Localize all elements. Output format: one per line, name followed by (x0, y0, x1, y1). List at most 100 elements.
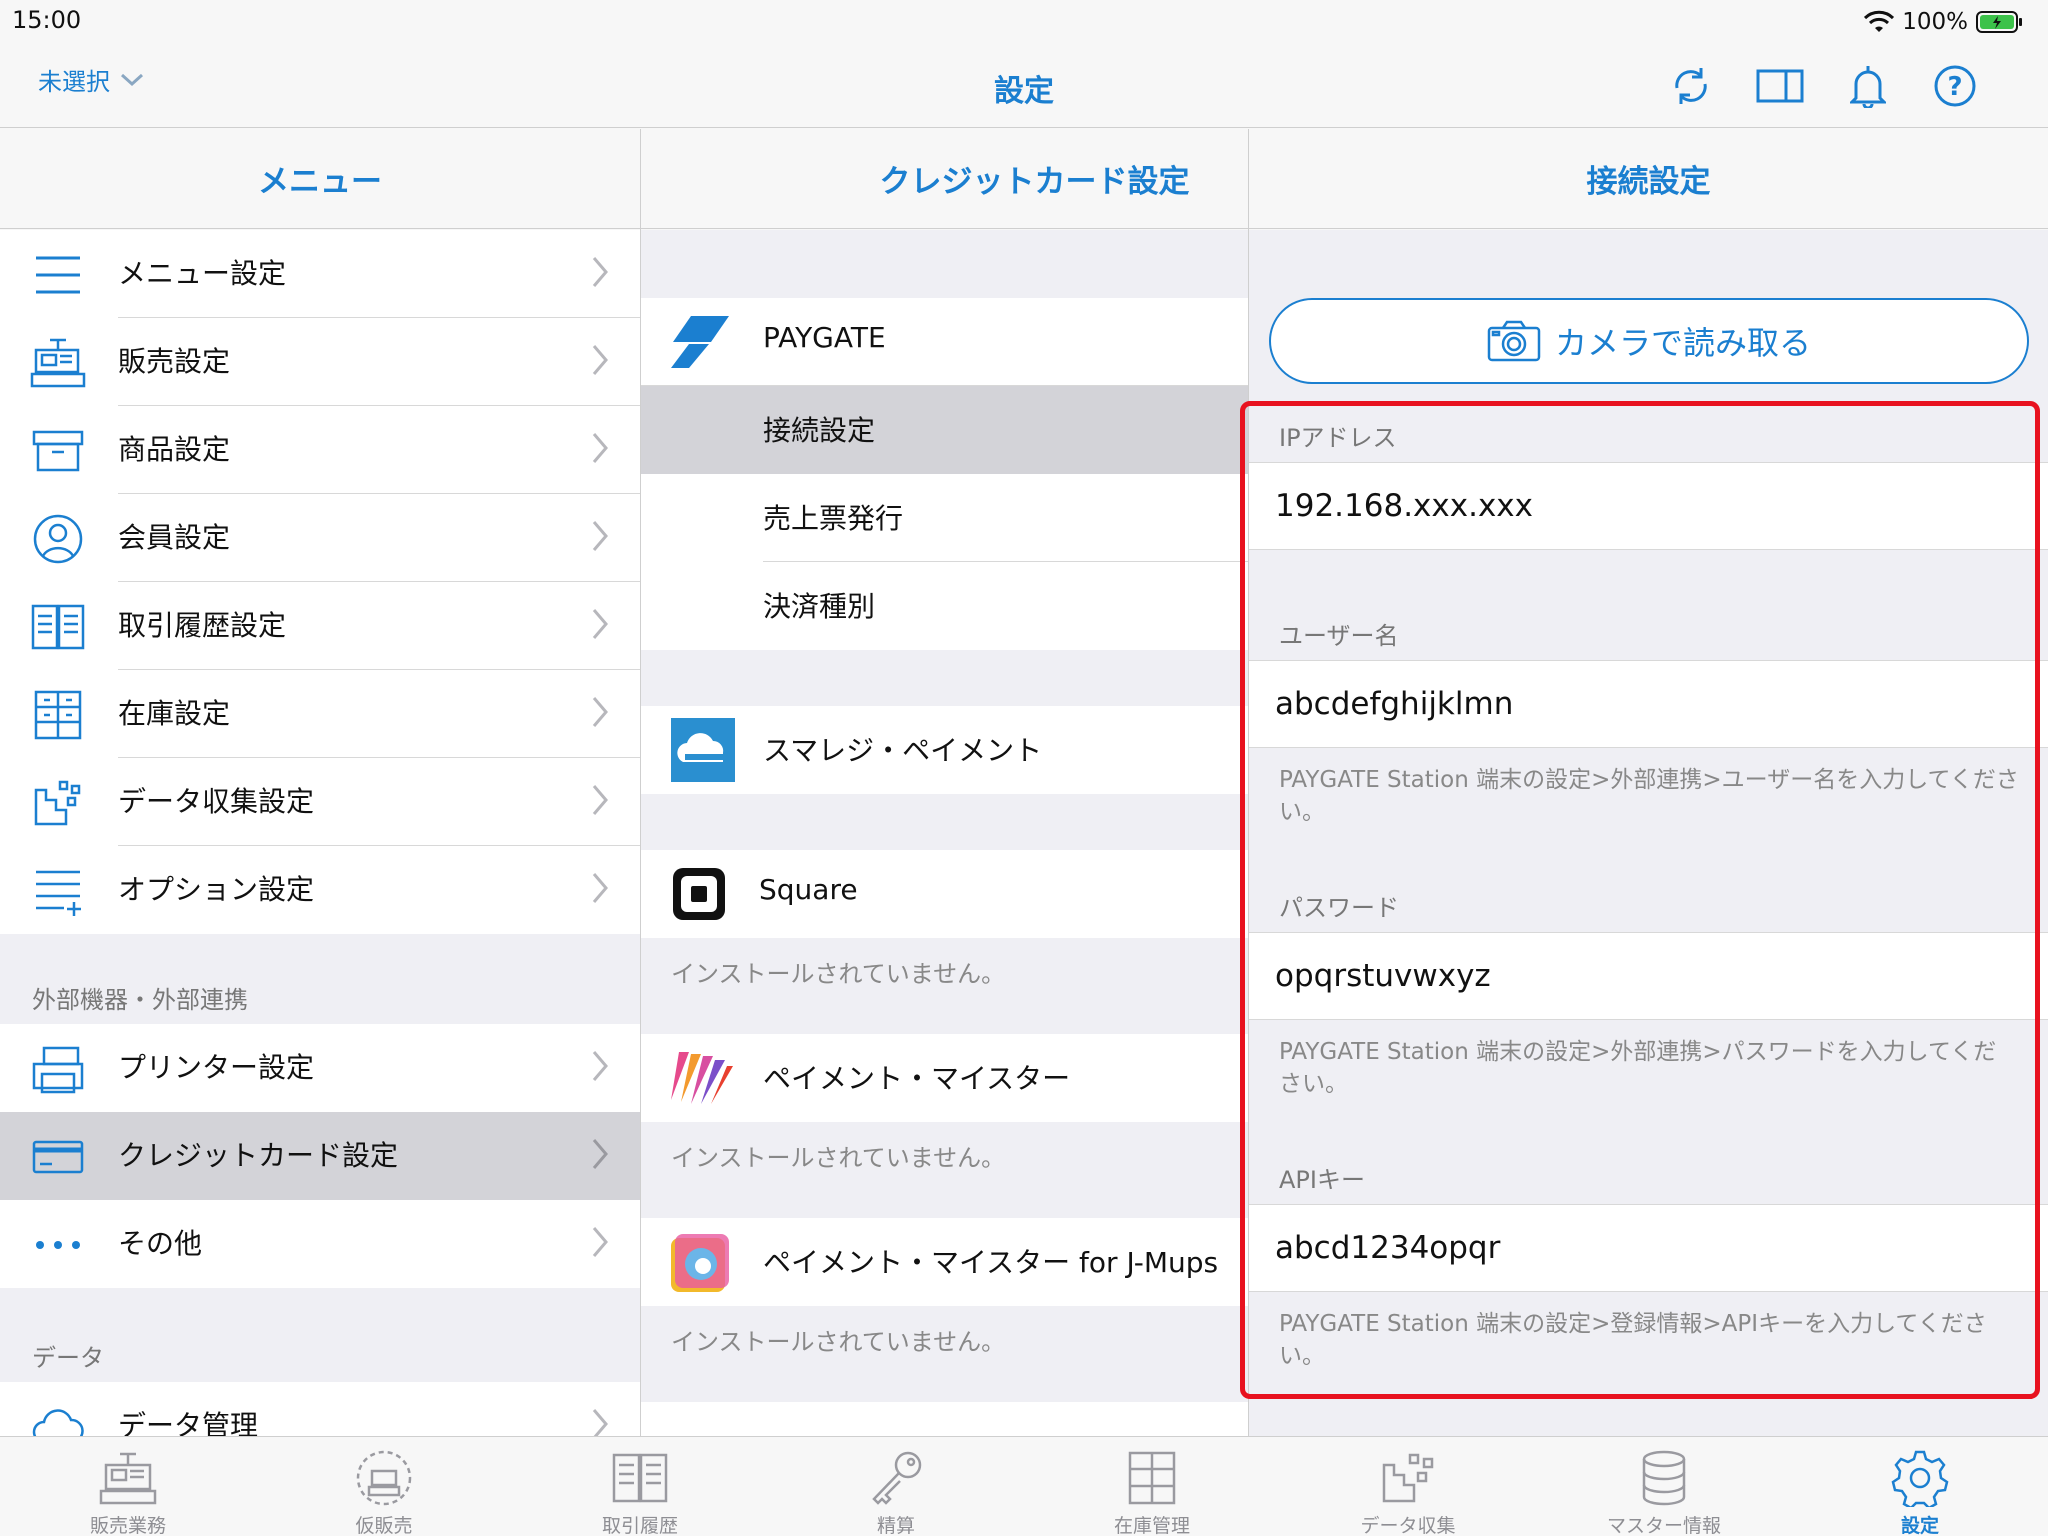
connection-column-header: 接続設定 (1249, 129, 2048, 229)
menu-item-sales-settings[interactable]: 販売設定 (0, 318, 640, 406)
paygate-sub-connection[interactable]: 接続設定 (641, 386, 1248, 474)
provider-label: ペイメント・マイスター (763, 1062, 1071, 1095)
tab-settlement[interactable]: 精算 (768, 1437, 1024, 1536)
menu-item-menu-settings[interactable]: メニュー設定 (0, 230, 640, 318)
tab-sales[interactable]: 販売業務 (0, 1437, 256, 1536)
status-time: 15:00 (12, 6, 82, 34)
menu-item-member-settings[interactable]: 会員設定 (0, 494, 640, 582)
tab-transaction-history[interactable]: 取引履歴 (512, 1437, 768, 1536)
menu-item-credit-card-settings[interactable]: クレジットカード設定 (0, 1112, 640, 1200)
split-view-icon (1756, 69, 1804, 103)
provider-partial-row[interactable] (641, 1402, 1248, 1436)
menu-item-other[interactable]: その他 (0, 1200, 640, 1288)
tab-label: 在庫管理 (1113, 1515, 1190, 1536)
chevron-right-icon (592, 609, 608, 639)
chevron-right-icon (592, 785, 608, 815)
register-icon (30, 338, 86, 388)
tab-master-info[interactable]: マスター情報 (1536, 1437, 1792, 1536)
tab-label: 販売業務 (89, 1515, 166, 1536)
help-button[interactable]: ? (1927, 58, 1983, 114)
password-help-note: PAYGATE Station 端末の設定>外部連携>パスワードを入力してくださ… (1279, 1039, 1997, 1097)
menu-item-label: 商品設定 (118, 433, 231, 466)
register-icon (99, 1452, 157, 1505)
credit-column-header: クレジットカード設定 (641, 129, 1248, 229)
tab-label: 精算 (876, 1515, 915, 1536)
username-help-note: PAYGATE Station 端末の設定>外部連携>ユーザー名を入力してくださ… (1279, 767, 2019, 825)
provider-payment-meister[interactable]: ペイメント・マイスター (641, 1034, 1248, 1122)
provider-label: Square (759, 873, 858, 906)
payment-meister-jmups-logo-icon (671, 1234, 729, 1292)
chevron-right-icon (592, 521, 608, 551)
menu-item-label: クレジットカード設定 (118, 1139, 399, 1172)
book-icon (612, 1453, 668, 1503)
box-icon (32, 430, 84, 472)
password-field[interactable] (1275, 953, 2015, 999)
tab-temp-sale[interactable]: 仮販売 (256, 1437, 512, 1536)
sub-item-label: 接続設定 (763, 414, 876, 447)
menu-item-option-settings[interactable]: オプション設定 (0, 846, 640, 934)
username-label: ユーザー名 (1279, 622, 1399, 650)
username-row (1249, 660, 2048, 748)
ip-address-row (1249, 462, 2048, 550)
help-icon: ? (1934, 65, 1976, 107)
sync-button[interactable] (1663, 58, 1719, 114)
provider-smaregi-payment[interactable]: スマレジ・ペイメント (641, 706, 1248, 794)
provider-payment-meister-jmups[interactable]: ペイメント・マイスター for J-Mups (641, 1218, 1248, 1306)
menu-item-label: オプション設定 (118, 873, 315, 906)
camera-scan-button[interactable]: カメラで読み取る (1269, 298, 2029, 384)
provider-paygate[interactable]: PAYGATE (641, 298, 1248, 386)
sub-item-label: 売上票発行 (763, 502, 904, 535)
credit-card-icon (32, 1140, 84, 1174)
menu-item-label: データ管理 (118, 1409, 259, 1436)
api-key-help-note: PAYGATE Station 端末の設定>登録情報>APIキーを入力してくださ… (1279, 1311, 1987, 1369)
tab-settings[interactable]: 設定 (1792, 1437, 2048, 1536)
username-field[interactable] (1275, 681, 2015, 727)
chevron-right-icon (592, 873, 608, 903)
square-logo-icon (673, 868, 725, 920)
menu-item-transaction-history-settings[interactable]: 取引履歴設定 (0, 582, 640, 670)
chevron-right-icon (592, 345, 608, 375)
notifications-button[interactable] (1840, 58, 1896, 114)
ip-address-label: IPアドレス (1279, 424, 1397, 452)
ip-address-field[interactable] (1275, 483, 2015, 529)
menu-lines-icon (36, 256, 80, 294)
menu-item-printer-settings[interactable]: プリンター設定 (0, 1024, 640, 1112)
split-view-button[interactable] (1752, 58, 1808, 114)
menu-item-label: 在庫設定 (118, 697, 231, 730)
chevron-right-icon (592, 1227, 608, 1257)
menu-item-inventory-settings[interactable]: 在庫設定 (0, 670, 640, 758)
tab-label: 仮販売 (355, 1515, 413, 1536)
status-bar: 15:00 100% (0, 0, 2048, 44)
provider-label: PAYGATE (763, 321, 886, 354)
menu-item-data-collection-settings[interactable]: データ収集設定 (0, 758, 640, 846)
shelves-icon (34, 690, 82, 740)
provider-square[interactable]: Square (641, 850, 1248, 938)
api-key-row (1249, 1204, 2048, 1292)
tab-inventory[interactable]: 在庫管理 (1024, 1437, 1280, 1536)
section-header-external: 外部機器・外部連携 (32, 986, 248, 1014)
top-nav-bar: 未選択 設定 ? (0, 44, 2048, 128)
menu-item-label: 会員設定 (118, 521, 231, 554)
paygate-sub-payment-type[interactable]: 決済種別 (641, 562, 1248, 650)
connection-settings-panel: カメラで読み取る IPアドレス ユーザー名 PAYGATE Station 端末… (1249, 230, 2048, 1436)
menu-item-product-settings[interactable]: 商品設定 (0, 406, 640, 494)
menu-item-label: データ収集設定 (118, 785, 315, 818)
wifi-icon (1864, 10, 1895, 32)
chevron-right-icon (592, 257, 608, 287)
menu-item-data-management[interactable]: データ管理 (0, 1382, 640, 1436)
sync-icon (1675, 68, 1707, 104)
tab-label: マスター情報 (1606, 1515, 1721, 1536)
menu-list: メニュー設定 販売設定 商品設定 会員設定 取引履歴設定 在庫設定 データ収集設… (0, 230, 640, 1436)
camera-button-label: カメラで読み取る (1554, 324, 1811, 362)
user-icon (33, 514, 83, 564)
chevron-right-icon (592, 697, 608, 727)
printer-icon (32, 1046, 84, 1094)
paygate-sub-receipt[interactable]: 売上票発行 (641, 474, 1248, 562)
key-icon (872, 1451, 922, 1505)
temp-sale-icon (356, 1450, 412, 1506)
tab-data-collection[interactable]: データ収集 (1280, 1437, 1536, 1536)
database-icon (1642, 1450, 1686, 1506)
provider-label: スマレジ・ペイメント (763, 734, 1043, 767)
api-key-field[interactable] (1275, 1225, 2015, 1271)
camera-icon (1487, 320, 1541, 362)
